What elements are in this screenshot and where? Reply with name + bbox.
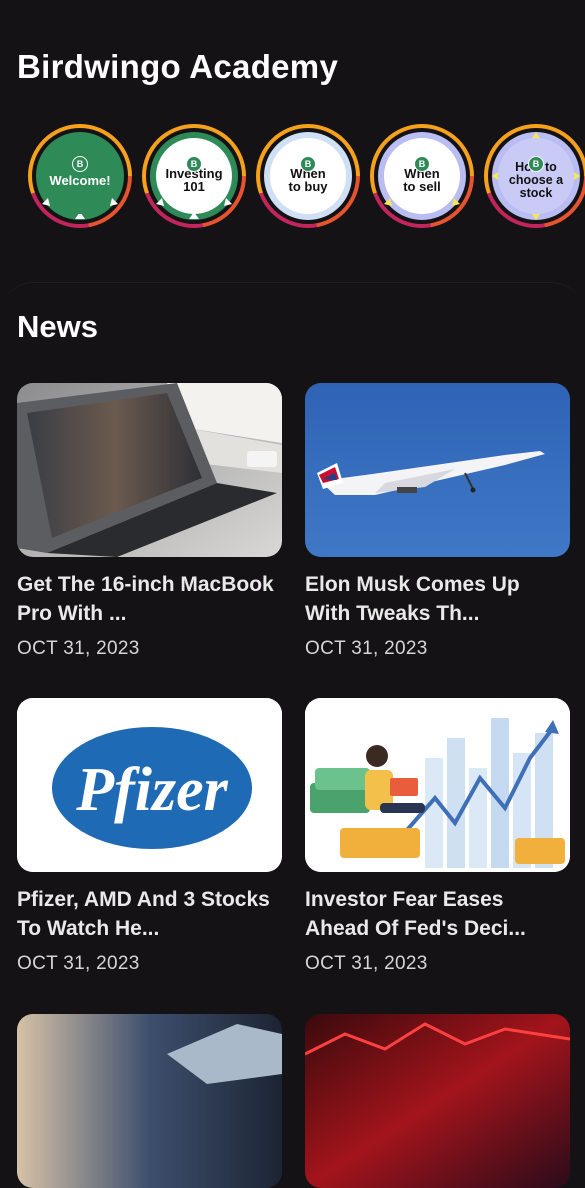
news-card-title: Elon Musk Comes Up With Tweaks Th... xyxy=(305,573,520,625)
news-card-title: Get The 16-inch MacBook Pro With ... xyxy=(17,573,274,625)
news-thumbnail-pfizer: Pfizer xyxy=(17,698,282,872)
academy-section: Birdwingo Academy B Welcome! B Investing… xyxy=(0,0,585,272)
birdwingo-logo-icon: B xyxy=(414,156,430,172)
news-thumbnail-laptop xyxy=(17,383,282,557)
news-card[interactable]: Investor Fear Eases Ahead Of Fed's Deci.… xyxy=(305,698,570,975)
news-thumbnail-investor xyxy=(305,698,570,872)
news-card[interactable]: Get The 16-inch MacBook Pro With ... OCT… xyxy=(17,383,282,660)
birdwingo-logo-icon: B xyxy=(528,156,544,172)
birdwingo-logo-icon: B xyxy=(72,156,88,172)
news-thumbnail-jet xyxy=(305,383,570,557)
academy-badge-when-to-sell[interactable]: B When to sell xyxy=(370,124,474,228)
news-card-date: OCT 31, 2023 xyxy=(17,638,140,659)
academy-badges: B Welcome! B Investing 101 B When to buy xyxy=(28,124,585,228)
news-card-date: OCT 31, 2023 xyxy=(305,638,428,659)
academy-title: Birdwingo Academy xyxy=(17,48,339,85)
news-card-title: Investor Fear Eases Ahead Of Fed's Deci.… xyxy=(305,888,526,940)
academy-badge-investing-101[interactable]: B Investing 101 xyxy=(142,124,246,228)
news-thumbnail-red-chart xyxy=(305,1014,570,1188)
news-section: News Get The 16-inch MacBook Pro With ..… xyxy=(0,282,585,1188)
academy-badge-welcome[interactable]: B Welcome! xyxy=(28,124,132,228)
news-thumbnail-keyboard xyxy=(17,1014,282,1188)
news-card-date: OCT 31, 2023 xyxy=(305,953,428,974)
news-card[interactable]: Pfizer Pfizer, AMD And 3 Stocks To Watch… xyxy=(17,698,282,975)
news-card-title: Pfizer, AMD And 3 Stocks To Watch He... xyxy=(17,888,270,940)
birdwingo-logo-icon: B xyxy=(300,156,316,172)
news-title: News xyxy=(17,309,98,344)
birdwingo-logo-icon: B xyxy=(186,156,202,172)
news-card[interactable] xyxy=(17,1014,282,1188)
news-card-date: OCT 31, 2023 xyxy=(17,953,140,974)
pfizer-logo-text: Pfizer xyxy=(75,756,228,824)
academy-badge-when-to-buy[interactable]: B When to buy xyxy=(256,124,360,228)
academy-badge-how-to-choose-a-stock[interactable]: B How to choose a stock xyxy=(484,124,585,228)
news-card[interactable] xyxy=(305,1014,570,1188)
news-card[interactable]: Elon Musk Comes Up With Tweaks Th... OCT… xyxy=(305,383,570,660)
